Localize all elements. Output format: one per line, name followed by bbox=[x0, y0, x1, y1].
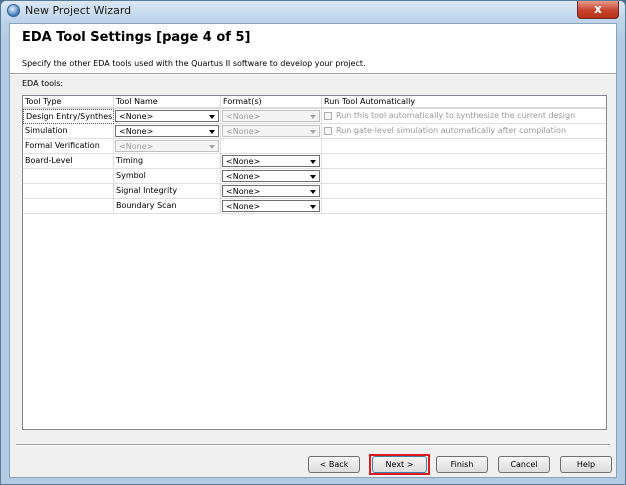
close-button[interactable]: x bbox=[577, 1, 619, 19]
dropdown-value: <None> bbox=[119, 112, 154, 121]
run-automatically-cell: Run this tool automatically to synthesiz… bbox=[322, 109, 606, 124]
tool-name-cell[interactable]: Signal Integrity bbox=[114, 184, 221, 199]
chevron-down-icon bbox=[310, 115, 316, 119]
format-dropdown[interactable]: <None> bbox=[222, 125, 320, 137]
run-automatically-cell bbox=[322, 199, 606, 214]
column-header-run-automatically[interactable]: Run Tool Automatically bbox=[322, 96, 606, 108]
app-icon bbox=[7, 4, 20, 17]
dropdown-value: <None> bbox=[226, 172, 261, 181]
table-row: Signal Integrity <None> bbox=[23, 184, 606, 199]
window-title: New Project Wizard bbox=[25, 4, 132, 17]
cancel-button[interactable]: Cancel bbox=[498, 456, 550, 473]
run-automatically-cell bbox=[322, 154, 606, 169]
tool-type-cell[interactable] bbox=[23, 169, 114, 184]
format-cell: <None> bbox=[221, 154, 322, 169]
format-dropdown[interactable]: <None> bbox=[222, 155, 320, 167]
table-row: Simulation <None> <None> Run gate-level bbox=[23, 124, 606, 139]
eda-tools-label: EDA tools: bbox=[22, 79, 64, 88]
run-automatically-cell bbox=[322, 169, 606, 184]
wizard-window: New Project Wizard x EDA Tool Settings [… bbox=[0, 0, 626, 485]
column-header-tool-type[interactable]: Tool Type bbox=[23, 96, 114, 108]
checkbox-label: Run this tool automatically to synthesiz… bbox=[336, 111, 576, 120]
tool-name-cell: <None> bbox=[114, 109, 221, 124]
column-header-formats[interactable]: Format(s) bbox=[221, 96, 322, 108]
format-dropdown[interactable]: <None> bbox=[222, 185, 320, 197]
dropdown-value: <None> bbox=[119, 142, 154, 151]
dropdown-value: <None> bbox=[226, 202, 261, 211]
chevron-down-icon bbox=[310, 190, 316, 194]
tool-type-cell[interactable]: Design Entry/Synthesis bbox=[23, 109, 114, 124]
tool-name-cell: <None> bbox=[114, 139, 221, 154]
tool-type-cell[interactable]: Simulation bbox=[23, 124, 114, 139]
run-simulation-checkbox[interactable] bbox=[324, 127, 332, 135]
page-description: Specify the other EDA tools used with th… bbox=[22, 59, 366, 68]
column-header-tool-name[interactable]: Tool Name bbox=[114, 96, 221, 108]
page-title: EDA Tool Settings [page 4 of 5] bbox=[22, 30, 251, 45]
format-dropdown[interactable]: <None> bbox=[222, 110, 320, 122]
page-header: EDA Tool Settings [page 4 of 5] Specify … bbox=[10, 24, 616, 73]
checkbox-label: Run gate-level simulation automatically … bbox=[336, 126, 567, 135]
dropdown-value: <None> bbox=[226, 112, 261, 121]
tool-name-cell[interactable]: Symbol bbox=[114, 169, 221, 184]
run-automatically-cell bbox=[322, 139, 606, 154]
finish-button[interactable]: Finish bbox=[436, 456, 488, 473]
format-cell: <None> bbox=[221, 199, 322, 214]
eda-tools-table: Tool Type Tool Name Format(s) Run Tool A… bbox=[22, 95, 607, 430]
back-button[interactable]: < Back bbox=[308, 456, 360, 473]
chevron-down-icon bbox=[310, 130, 316, 134]
tool-name-cell: <None> bbox=[114, 124, 221, 139]
tool-type-cell[interactable]: Board-Level bbox=[23, 154, 114, 169]
format-cell: <None> bbox=[221, 109, 322, 124]
title-bar[interactable]: New Project Wizard x bbox=[1, 1, 625, 22]
tool-name-dropdown[interactable]: <None> bbox=[115, 125, 219, 137]
format-cell: <None> bbox=[221, 124, 322, 139]
table-row: Symbol <None> bbox=[23, 169, 606, 184]
format-dropdown[interactable]: <None> bbox=[222, 170, 320, 182]
chevron-down-icon bbox=[209, 145, 215, 149]
chevron-down-icon bbox=[209, 130, 215, 134]
wizard-client-area: EDA Tool Settings [page 4 of 5] Specify … bbox=[9, 23, 617, 478]
chevron-down-icon bbox=[310, 205, 316, 209]
table-row: Boundary Scan <None> bbox=[23, 199, 606, 214]
help-button[interactable]: Help bbox=[560, 456, 612, 473]
format-dropdown[interactable]: <None> bbox=[222, 200, 320, 212]
tool-type-cell[interactable]: Formal Verification bbox=[23, 139, 114, 154]
dropdown-value: <None> bbox=[226, 157, 261, 166]
tool-name-cell[interactable]: Boundary Scan bbox=[114, 199, 221, 214]
dropdown-value: <None> bbox=[226, 187, 261, 196]
tool-name-dropdown[interactable]: <None> bbox=[115, 140, 219, 152]
chevron-down-icon bbox=[310, 160, 316, 164]
header-divider bbox=[10, 73, 616, 75]
chevron-down-icon bbox=[209, 115, 215, 119]
run-automatically-cell: Run gate-level simulation automatically … bbox=[322, 124, 606, 139]
run-synthesis-checkbox[interactable] bbox=[324, 112, 332, 120]
format-cell: <None> bbox=[221, 169, 322, 184]
chevron-down-icon bbox=[310, 175, 316, 179]
table-row: Design Entry/Synthesis <None> <None> Run bbox=[23, 109, 606, 124]
table-row: Formal Verification <None> bbox=[23, 139, 606, 154]
footer-divider bbox=[16, 444, 610, 446]
tool-name-dropdown[interactable]: <None> bbox=[115, 110, 219, 122]
format-cell bbox=[221, 139, 322, 154]
run-automatically-cell bbox=[322, 184, 606, 199]
dropdown-value: <None> bbox=[119, 127, 154, 136]
tool-type-cell[interactable] bbox=[23, 184, 114, 199]
table-header-row: Tool Type Tool Name Format(s) Run Tool A… bbox=[23, 96, 606, 109]
dropdown-value: <None> bbox=[226, 127, 261, 136]
table-row: Board-Level Timing <None> bbox=[23, 154, 606, 169]
tool-type-cell[interactable] bbox=[23, 199, 114, 214]
tool-name-cell[interactable]: Timing bbox=[114, 154, 221, 169]
next-button[interactable]: Next > bbox=[372, 456, 427, 473]
format-cell: <None> bbox=[221, 184, 322, 199]
